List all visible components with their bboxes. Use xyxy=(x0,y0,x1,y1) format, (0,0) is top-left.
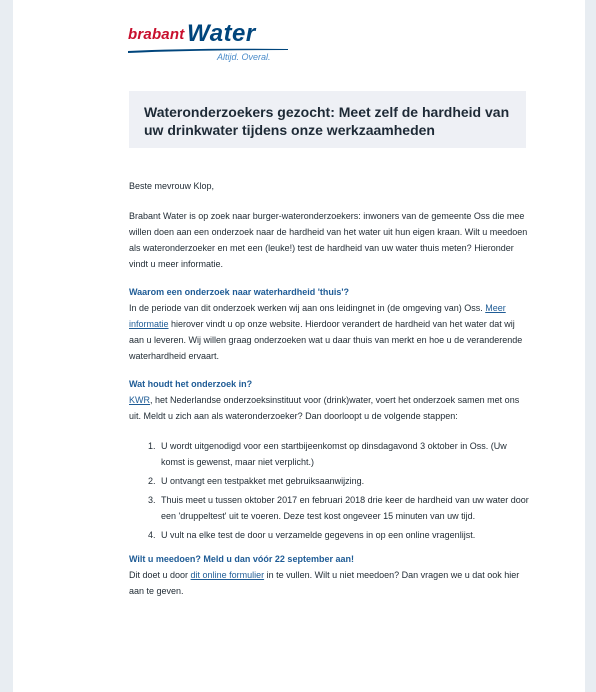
section-what-paragraph: KWR, het Nederlandse onderzoeksinstituut… xyxy=(129,392,529,424)
list-item: 2. U ontvangt een testpakket met gebruiks… xyxy=(129,473,529,489)
step-text: Thuis meet u tussen oktober 2017 en febr… xyxy=(161,495,529,521)
intro-paragraph: Brabant Water is op zoek naar burger-wat… xyxy=(129,211,528,269)
header-banner: Wateronderzoekers gezocht: Meet zelf de … xyxy=(129,91,526,148)
step-number: 4. xyxy=(148,530,156,540)
banner-title: Wateronderzoekers gezocht: Meet zelf de … xyxy=(144,104,510,138)
brabant-water-logo[interactable]: brabant Water Altijd. Overal. xyxy=(128,20,298,66)
section-signup-text-before: Dit doet u door xyxy=(129,570,191,580)
kwr-link[interactable]: KWR xyxy=(129,395,150,405)
step-number: 3. xyxy=(148,495,156,505)
section-heading-signup: Wilt u meedoen? Meld u dan vóór 22 septe… xyxy=(129,554,354,564)
step-text: U vult na elke test de door u verzamelde… xyxy=(161,530,476,540)
section-why-text-before: In de periode van dit onderzoek werken w… xyxy=(129,303,486,313)
list-item: 4. U vult na elke test de door u verzamel… xyxy=(129,527,529,543)
list-item: 1. U wordt uitgenodigd voor een startbije… xyxy=(129,438,529,470)
greeting: Beste mevrouw Klop, xyxy=(129,181,215,191)
email-page: brabant Water Altijd. Overal. Wateronder… xyxy=(13,0,585,692)
section-what-text: , het Nederlandse onderzoeksinstituut vo… xyxy=(129,395,520,421)
steps-list: 1. U wordt uitgenodigd voor een startbije… xyxy=(129,438,529,543)
step-text: U wordt uitgenodigd voor een startbijeen… xyxy=(161,441,507,467)
section-signup-paragraph: Dit doet u door dit online formulier in … xyxy=(129,567,529,599)
logo-water-text: Water xyxy=(187,20,256,47)
step-number: 2. xyxy=(148,476,156,486)
step-number: 1. xyxy=(148,441,156,451)
online-formulier-link[interactable]: dit online formulier xyxy=(191,570,265,580)
section-why-text-after: hierover vindt u op onze website. Hierdo… xyxy=(129,319,523,361)
list-item: 3. Thuis meet u tussen oktober 2017 en fe… xyxy=(129,492,529,524)
section-heading-what: Wat houdt het onderzoek in? xyxy=(129,379,253,389)
step-text: U ontvangt een testpakket met gebruiksaa… xyxy=(161,476,365,486)
section-heading-why: Waarom een onderzoek naar waterhardheid … xyxy=(129,287,349,297)
section-why-paragraph: In de periode van dit onderzoek werken w… xyxy=(129,300,529,364)
logo-tagline: Altijd. Overal. xyxy=(217,52,271,62)
email-body: Beste mevrouw Klop, Brabant Water is op … xyxy=(129,178,529,613)
logo-brabant-text: brabant xyxy=(128,26,185,43)
